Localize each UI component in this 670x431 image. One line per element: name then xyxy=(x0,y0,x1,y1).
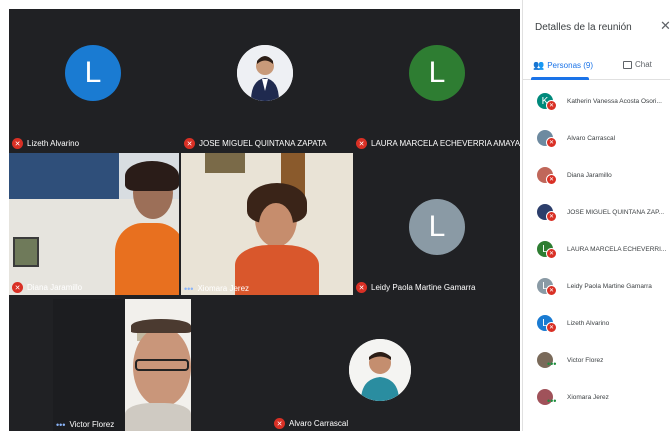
people-icon: 👥 xyxy=(533,60,545,70)
participant-name-bar: ✕ Leidy Paola Martine Gamarra xyxy=(356,282,476,293)
mic-off-icon: ✕ xyxy=(356,282,367,293)
speaking-indicator-icon: ••• xyxy=(56,419,66,430)
avatar: L ✕ xyxy=(537,241,557,259)
video-frame xyxy=(9,153,179,295)
mic-off-icon: ✕ xyxy=(546,285,557,296)
tab-people-label: Personas (9) xyxy=(547,61,594,70)
avatar: L xyxy=(409,199,465,255)
mic-off-icon: ✕ xyxy=(546,100,557,111)
participant-name-bar: ••• Victor Florez xyxy=(56,420,114,429)
tab-chat[interactable]: Chat xyxy=(623,60,652,69)
participant-name: Lizeth Alvarino xyxy=(27,139,80,148)
avatar: ✕ xyxy=(537,167,557,185)
participant-name: Leidy Paola Martine Gamarra xyxy=(567,282,652,290)
participant-name: Diana Jaramillo xyxy=(27,283,83,292)
participant-name-bar: ✕ Lizeth Alvarino xyxy=(12,138,79,149)
participant-name: JOSE MIGUEL QUINTANA ZAPATA xyxy=(199,139,327,148)
list-item[interactable]: ✕ JOSE MIGUEL QUINTANA ZAP... xyxy=(537,199,669,225)
avatar: L xyxy=(409,45,465,101)
avatar: K ✕ xyxy=(537,93,557,111)
participant-name: Victor Florez xyxy=(567,356,604,364)
participant-name: Xiomara Jerez xyxy=(197,284,250,293)
participant-name: Alvaro Carrascal xyxy=(289,419,349,428)
participant-name: Victor Florez xyxy=(69,420,115,429)
mic-off-icon: ✕ xyxy=(274,418,285,429)
mic-off-icon: ✕ xyxy=(546,322,557,333)
profile-photo xyxy=(237,45,293,101)
meeting-screen: L ✕ Lizeth Alvarino ✕ JOSE MIGUEL QUINTA… xyxy=(0,0,670,431)
close-icon[interactable]: ✕ xyxy=(660,18,670,34)
participant-name: LAURA MARCELA ECHEVERRIA AMAYA xyxy=(371,139,520,148)
participant-name-bar: ••• Xiomara Jerez xyxy=(184,284,249,293)
profile-photo-icon xyxy=(349,339,411,401)
list-item[interactable]: K ✕ Katherin Vanessa Acosta Osori... xyxy=(537,88,669,114)
tab-people[interactable]: 👥 Personas (9) xyxy=(533,60,593,71)
meeting-details-panel: Detalles de la reunión ✕ 👥 Personas (9) … xyxy=(522,0,670,431)
list-item[interactable]: ✕ Diana Jaramillo xyxy=(537,162,669,188)
profile-photo xyxy=(349,339,411,401)
participant-name: Alvaro Carrascal xyxy=(567,134,616,142)
avatar: ✕ xyxy=(537,204,557,222)
participant-tile[interactable]: ✕ JOSE MIGUEL QUINTANA ZAPATA xyxy=(181,9,348,151)
list-item[interactable]: ••• Victor Florez xyxy=(537,347,669,373)
participant-name: LAURA MARCELA ECHEVERRI... xyxy=(567,245,667,253)
panel-title: Detalles de la reunión xyxy=(535,22,632,33)
participant-tile[interactable]: ✕ Alvaro Carrascal xyxy=(271,299,487,431)
participant-name: Diana Jaramillo xyxy=(567,171,612,179)
participant-name-bar: ✕ LAURA MARCELA ECHEVERRIA AMAYA xyxy=(356,138,520,149)
video-frame xyxy=(181,153,353,295)
participant-video-tile[interactable]: ••• Victor Florez xyxy=(53,299,191,431)
video-frame xyxy=(125,299,191,431)
participant-video-tile[interactable]: ✕ Diana Jaramillo xyxy=(9,153,179,295)
mic-off-icon: ✕ xyxy=(12,282,23,293)
chat-icon xyxy=(623,60,632,69)
participant-name: Xiomara Jerez xyxy=(567,393,609,401)
avatar: L ✕ xyxy=(537,278,557,296)
mic-off-icon: ✕ xyxy=(12,138,23,149)
speaking-indicator-icon: ••• xyxy=(547,396,557,406)
tab-chat-label: Chat xyxy=(635,60,652,69)
avatar: L xyxy=(65,45,121,101)
list-item[interactable]: ••• Xiomara Jerez xyxy=(537,384,669,410)
mic-off-icon: ✕ xyxy=(546,211,557,222)
panel-tabs: 👥 Personas (9) Chat xyxy=(523,52,670,80)
list-item[interactable]: L ✕ Lizeth Alvarino xyxy=(537,310,669,336)
participant-name: Leidy Paola Martine Gamarra xyxy=(371,283,476,292)
participant-tile[interactable]: L ✕ Lizeth Alvarino xyxy=(9,9,176,151)
participant-name: Lizeth Alvarino xyxy=(567,319,610,327)
participant-name: Katherin Vanessa Acosta Osori... xyxy=(567,97,662,105)
participant-name-bar: ✕ Alvaro Carrascal xyxy=(274,418,348,429)
participant-tile[interactable]: L ✕ LAURA MARCELA ECHEVERRIA AMAYA xyxy=(353,9,520,151)
video-grid: L ✕ Lizeth Alvarino ✕ JOSE MIGUEL QUINTA… xyxy=(9,9,520,431)
mic-off-icon: ✕ xyxy=(546,137,557,148)
list-item[interactable]: ✕ Alvaro Carrascal xyxy=(537,125,669,151)
mic-off-icon: ✕ xyxy=(546,248,557,259)
participant-name: JOSE MIGUEL QUINTANA ZAP... xyxy=(567,208,665,216)
avatar: L ✕ xyxy=(537,315,557,333)
participant-video-tile[interactable]: ••• Xiomara Jerez xyxy=(181,153,353,295)
list-item[interactable]: L ✕ Leidy Paola Martine Gamarra xyxy=(537,273,669,299)
participant-name-bar: ✕ JOSE MIGUEL QUINTANA ZAPATA xyxy=(184,138,327,149)
participant-tile[interactable]: L ✕ Leidy Paola Martine Gamarra xyxy=(353,153,520,295)
mic-off-icon: ✕ xyxy=(546,174,557,185)
avatar: ••• xyxy=(537,389,557,406)
avatar: ✕ xyxy=(537,130,557,148)
speaking-indicator-icon: ••• xyxy=(184,283,194,294)
speaking-indicator-icon: ••• xyxy=(547,359,557,369)
profile-photo-icon xyxy=(237,45,293,101)
avatar: ••• xyxy=(537,352,557,369)
list-item[interactable]: L ✕ LAURA MARCELA ECHEVERRI... xyxy=(537,236,669,262)
mic-off-icon: ✕ xyxy=(356,138,367,149)
mic-off-icon: ✕ xyxy=(184,138,195,149)
tab-indicator xyxy=(531,77,589,80)
participant-name-bar: ✕ Diana Jaramillo xyxy=(12,282,82,293)
